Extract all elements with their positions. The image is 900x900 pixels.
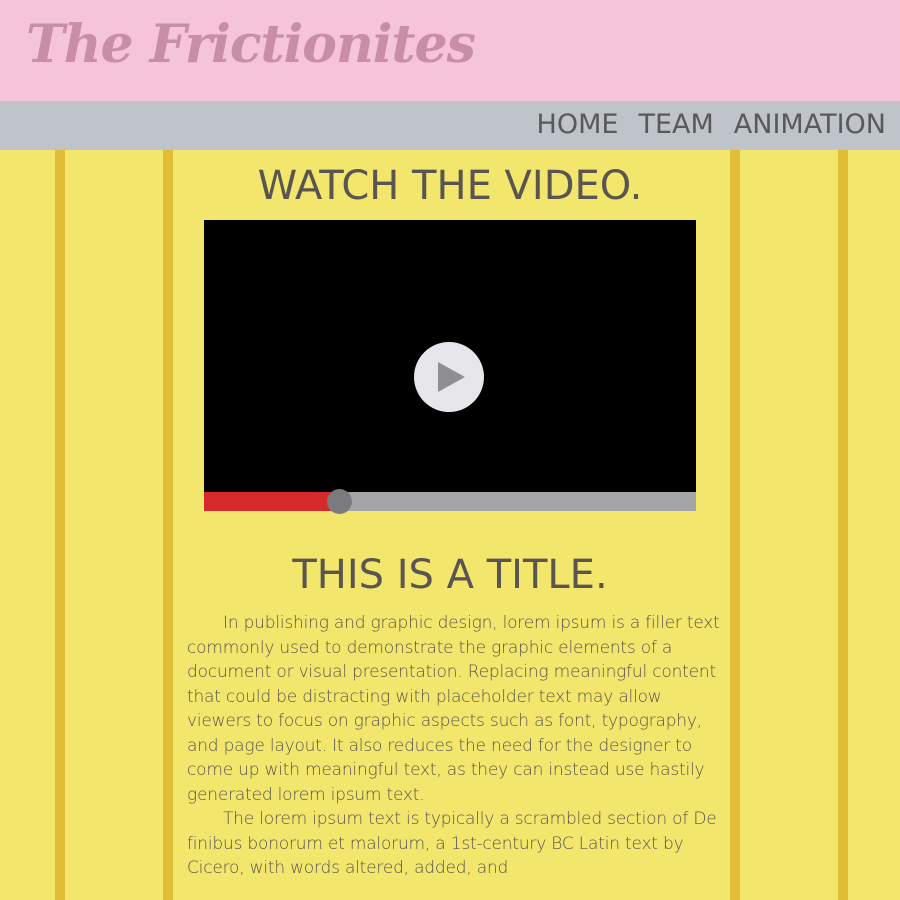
article-body: In publishing and graphic design, lorem … bbox=[187, 611, 727, 881]
nav-bar: HOME TEAM ANIMATION bbox=[0, 101, 900, 150]
progress-fill bbox=[204, 492, 340, 511]
nav-link-home[interactable]: HOME bbox=[537, 109, 619, 140]
nav-link-team[interactable]: TEAM bbox=[638, 109, 713, 140]
site-header: The Frictionites bbox=[0, 0, 900, 101]
site-logo[interactable]: The Frictionites bbox=[26, 14, 476, 75]
video-progress-bar[interactable] bbox=[204, 489, 696, 514]
play-icon bbox=[438, 362, 465, 392]
article-paragraph: The lorem ipsum text is typically a scra… bbox=[187, 809, 717, 878]
nav-link-animation[interactable]: ANIMATION bbox=[734, 109, 886, 140]
decorative-stripe bbox=[730, 150, 740, 900]
decorative-stripe bbox=[838, 150, 848, 900]
play-button[interactable] bbox=[414, 342, 484, 412]
article-paragraph: In publishing and graphic design, lorem … bbox=[187, 613, 720, 805]
decorative-stripe bbox=[55, 150, 65, 900]
article-title: THIS IS A TITLE. bbox=[292, 552, 608, 598]
video-heading: WATCH THE VIDEO. bbox=[257, 163, 643, 209]
video-player[interactable] bbox=[204, 220, 696, 492]
progress-scrubber-handle[interactable] bbox=[327, 489, 353, 514]
decorative-stripe bbox=[163, 150, 173, 900]
nav-links: HOME TEAM ANIMATION bbox=[537, 109, 886, 140]
